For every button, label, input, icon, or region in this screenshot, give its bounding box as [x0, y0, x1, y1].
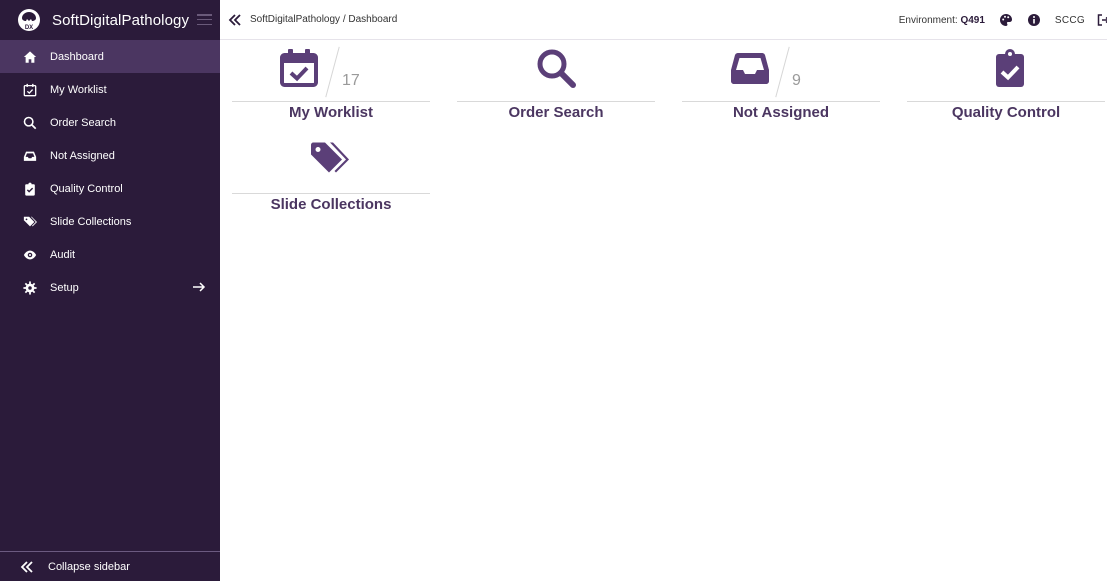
sidebar-item-order-search[interactable]: Order Search: [0, 106, 220, 139]
collapse-sidebar-button[interactable]: Collapse sidebar: [0, 551, 220, 581]
app-logo-text: DX: [25, 25, 33, 31]
sidebar-item-label: Order Search: [50, 116, 117, 129]
sidebar-item-label: Dashboard: [50, 50, 104, 63]
breadcrumb: SoftDigitalPathology / Dashboard: [250, 14, 398, 25]
tile-label: Order Search: [508, 104, 604, 121]
collapse-sidebar-label: Collapse sidebar: [48, 560, 130, 573]
sidebar-item-quality-control[interactable]: Quality Control: [0, 172, 220, 205]
sidebar-item-my-worklist[interactable]: My Worklist: [0, 73, 220, 106]
arrow-right-icon[interactable]: [192, 280, 206, 294]
inbox-icon: [730, 48, 770, 88]
tile-label: Slide Collections: [270, 196, 392, 213]
brand[interactable]: DX SoftDigitalPathology: [0, 0, 220, 40]
tile-not-assigned[interactable]: 9 Not Assigned: [682, 40, 880, 130]
gear-icon: [22, 280, 38, 296]
user-name[interactable]: SCCG: [1055, 15, 1085, 26]
tags-icon: [309, 140, 349, 180]
double-chevron-left-icon[interactable]: [228, 13, 242, 27]
app-name: SoftDigitalPathology: [52, 11, 190, 29]
sidebar-item-not-assigned[interactable]: Not Assigned: [0, 139, 220, 172]
environment-label: Environment: Q491: [899, 15, 985, 26]
sidebar-item-label: Slide Collections: [50, 215, 132, 228]
tile-count: 9: [792, 72, 801, 89]
tile-divider: [325, 46, 340, 98]
double-chevron-left-icon: [20, 560, 33, 573]
tile-divider: [775, 46, 790, 98]
calendar-check-icon: [22, 82, 38, 98]
tile-label: Not Assigned: [732, 104, 830, 121]
tags-icon: [22, 214, 38, 230]
clipboard-check-icon: [990, 48, 1030, 88]
tile-slide-collections[interactable]: Slide Collections: [232, 132, 430, 222]
tile-my-worklist[interactable]: 17 My Worklist: [232, 40, 430, 130]
menu-icon[interactable]: [197, 14, 212, 25]
sidebar-item-label: Setup: [50, 281, 79, 294]
logout-icon[interactable]: [1097, 13, 1107, 27]
tile-order-search[interactable]: Order Search: [457, 40, 655, 130]
sidebar-item-audit[interactable]: Audit: [0, 238, 220, 271]
sidebar-item-label: Not Assigned: [50, 149, 115, 162]
environment-value: Q491: [960, 14, 985, 26]
tile-label: Quality Control: [951, 104, 1061, 121]
tile-label: My Worklist: [289, 104, 373, 121]
topbar: SoftDigitalPathology / Dashboard Environ…: [220, 0, 1107, 40]
sidebar-item-label: Quality Control: [50, 182, 123, 195]
search-icon: [536, 48, 576, 88]
sidebar-item-label: My Worklist: [50, 83, 107, 96]
home-icon: [22, 49, 38, 65]
app-logo: DX: [18, 9, 40, 31]
environment-label-text: Environment:: [898, 14, 958, 26]
search-icon: [22, 115, 38, 131]
sidebar-item-dashboard[interactable]: Dashboard: [0, 40, 220, 73]
palette-icon[interactable]: [999, 13, 1013, 27]
clipboard-check-icon: [22, 181, 38, 197]
info-icon[interactable]: [1027, 13, 1041, 27]
sidebar-nav: Dashboard My Worklist Order Search Not A…: [0, 40, 220, 304]
sidebar-item-label: Audit: [50, 248, 76, 261]
sidebar-item-setup[interactable]: Setup: [0, 271, 220, 304]
tile-quality-control[interactable]: Quality Control: [907, 40, 1105, 130]
calendar-check-icon: [279, 48, 319, 88]
tile-count: 17: [342, 72, 360, 89]
inbox-icon: [22, 148, 38, 164]
topbar-right: Environment: Q491 SCCG: [899, 0, 1107, 40]
eye-icon: [22, 247, 38, 263]
sidebar-item-slide-collections[interactable]: Slide Collections: [0, 205, 220, 238]
sidebar: DX SoftDigitalPathology Dashboard My Wor…: [0, 0, 220, 581]
